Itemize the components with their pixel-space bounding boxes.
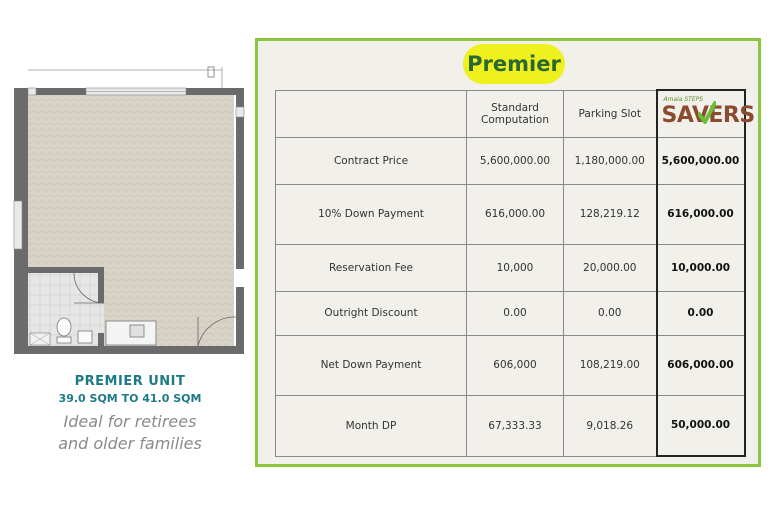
row-savers: 10,000.00 [655,243,746,292]
row-label: Month DP [275,394,467,457]
row-standard: 5,600,000.00 [466,136,564,185]
floor-plan-drawing [13,66,245,354]
unit-size: 39.0 SQM TO 41.0 SQM [58,392,202,405]
row-savers: 5,600,000.00 [655,136,746,185]
row-label: 10% Down Payment [275,183,467,245]
row-label: Contract Price [275,136,467,185]
row-label: Net Down Payment [275,334,467,396]
header-standard: Standard Computation [466,89,564,138]
row-parking: 108,219.00 [563,334,657,396]
row-savers: 606,000.00 [655,334,746,396]
savers-logo: Amaia STEPS SAVERS [662,95,756,129]
row-savers: 616,000.00 [655,183,746,245]
header-parking: Parking Slot [563,89,657,138]
row-parking: 0.00 [563,290,657,336]
row-label: Outright Discount [275,290,467,336]
header-savers: Amaia STEPS SAVERS [655,89,756,138]
unit-description-line-1: Ideal for retirees [63,412,197,431]
table-header-row: Standard Computation Parking Slot Amaia … [275,89,756,138]
row-standard: 10,000 [466,243,564,292]
row-parking: 9,018.26 [563,394,657,457]
row-parking: 20,000.00 [563,243,657,292]
table-row: Month DP 67,333.33 9,018.26 50,000.00 [275,394,746,457]
unit-type-badge: Premier [463,44,565,84]
row-standard: 67,333.33 [466,394,564,457]
checkmark-icon [697,101,716,125]
pricing-table: Standard Computation Parking Slot Amaia … [275,89,756,457]
row-savers: 0.00 [655,290,746,336]
unit-description-line-2: and older families [58,434,202,453]
unit-description: Ideal for retirees and older families [0,411,260,455]
unit-caption: PREMIER UNIT 39.0 SQM TO 41.0 SQM Ideal … [0,374,260,455]
header-empty [275,89,467,138]
row-standard: 0.00 [466,290,564,336]
table-row: Contract Price 5,600,000.00 1,180,000.00… [275,136,746,185]
row-standard: 616,000.00 [466,183,564,245]
row-standard: 606,000 [466,334,564,396]
unit-title: PREMIER UNIT [74,374,186,389]
row-parking: 128,219.12 [563,183,657,245]
table-row: 10% Down Payment 616,000.00 128,219.12 6… [275,183,746,245]
row-savers: 50,000.00 [655,394,746,457]
row-label: Reservation Fee [275,243,467,292]
table-row: Reservation Fee 10,000 20,000.00 10,000.… [275,243,746,292]
floor-plan [0,55,260,365]
table-row: Outright Discount 0.00 0.00 0.00 [275,290,746,336]
table-row: Net Down Payment 606,000 108,219.00 606,… [275,334,746,396]
pricing-panel: Premier Standard Computation Parking Slo… [255,38,761,467]
row-parking: 1,180,000.00 [563,136,657,185]
